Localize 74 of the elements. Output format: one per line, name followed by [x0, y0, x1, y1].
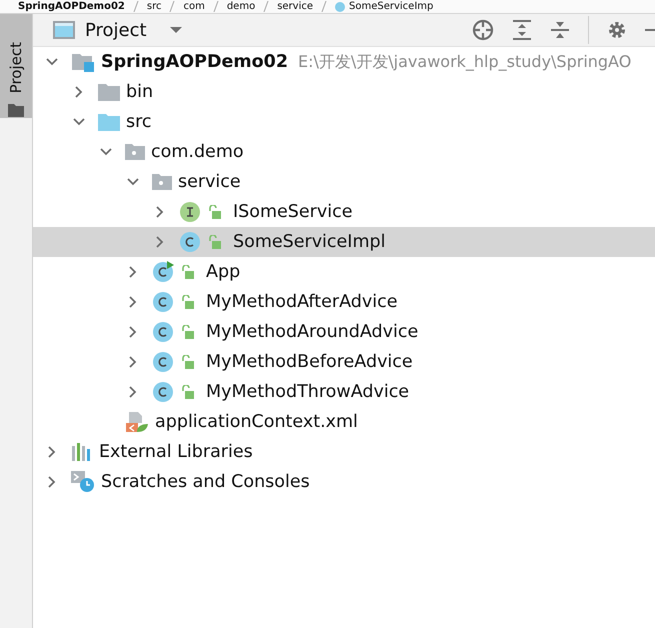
- tree-item-label: MyMethodAfterAdvice: [206, 292, 398, 312]
- tree-row[interactable]: applicationContext.xml: [33, 407, 655, 437]
- lock-icon: [180, 385, 194, 399]
- class-icon: [179, 231, 203, 253]
- tree-item-label: External Libraries: [99, 442, 253, 462]
- collapse-all-icon[interactable]: [550, 19, 570, 41]
- class-icon: [335, 2, 346, 12]
- window-icon: [53, 21, 75, 39]
- settings-icon[interactable]: [607, 20, 627, 40]
- tree-row[interactable]: Scratches and Consoles: [33, 467, 655, 497]
- project-tab[interactable]: Project: [0, 14, 32, 118]
- xml-file-icon: [125, 411, 149, 433]
- separator-icon: [169, 1, 176, 12]
- breadcrumb-item[interactable]: demo: [226, 0, 256, 12]
- tree-row[interactable]: SpringAOPDemo02 E:\开发\开发\javawork_hlp_study\SpringAO: [33, 47, 655, 77]
- lock-icon: [180, 295, 194, 309]
- view-selector[interactable]: Project: [33, 20, 183, 40]
- package-icon: [125, 144, 145, 160]
- tree-row[interactable]: MyMethodAfterAdvice: [33, 287, 655, 317]
- lock-icon: [180, 355, 194, 369]
- tree-item-label: Scratches and Consoles: [101, 472, 310, 492]
- class-icon: [152, 381, 176, 403]
- lock-icon: [180, 325, 194, 339]
- dropdown-icon: [168, 26, 183, 34]
- tree-item-label: SomeServiceImpl: [233, 232, 386, 252]
- separator-icon: [212, 1, 219, 12]
- folder-icon: [98, 83, 120, 101]
- tree-row[interactable]: External Libraries: [33, 437, 655, 467]
- tree-item-label: service: [178, 172, 241, 192]
- lock-icon: [207, 235, 221, 249]
- class-icon: [152, 351, 176, 373]
- class-icon: [152, 261, 176, 283]
- tree-item-label: MyMethodThrowAdvice: [206, 382, 410, 402]
- tree-item-label: applicationContext.xml: [155, 412, 358, 432]
- lock-icon: [180, 265, 194, 279]
- class-icon: [152, 291, 176, 313]
- interface-icon: [179, 201, 203, 223]
- separator-icon: [321, 1, 328, 12]
- tree-item-label: bin: [126, 82, 154, 102]
- breadcrumb-item[interactable]: SpringAOPDemo02: [18, 0, 125, 12]
- tree-item-label: ISomeService: [233, 202, 352, 222]
- scratches-icon: [71, 471, 95, 493]
- module-folder-icon: [71, 52, 95, 72]
- breadcrumb-item[interactable]: src: [146, 0, 162, 12]
- class-icon: [152, 321, 176, 343]
- tree-item-label: MyMethodBeforeAdvice: [206, 352, 413, 372]
- tree-item-label: SpringAOPDemo02: [101, 52, 288, 72]
- package-icon: [152, 174, 172, 190]
- tree-row[interactable]: bin: [33, 77, 655, 107]
- tree-item-label: com.demo: [151, 142, 244, 162]
- libraries-icon: [71, 443, 93, 461]
- folder-icon[interactable]: [8, 104, 24, 117]
- breadcrumb-item[interactable]: com: [183, 0, 205, 12]
- lock-icon: [207, 205, 221, 219]
- tree-item-label: MyMethodAroundAdvice: [206, 322, 418, 342]
- tree-row[interactable]: SomeServiceImpl: [33, 227, 655, 257]
- tree-row[interactable]: service: [33, 167, 655, 197]
- tree-row[interactable]: MyMethodThrowAdvice: [33, 377, 655, 407]
- tree-row[interactable]: MyMethodAroundAdvice: [33, 317, 655, 347]
- breadcrumb-item[interactable]: service: [277, 0, 314, 12]
- tree-row[interactable]: ISomeService: [33, 197, 655, 227]
- project-path: E:\开发\开发\javawork_hlp_study\SpringAO: [298, 52, 632, 72]
- tree-row[interactable]: com.demo: [33, 137, 655, 167]
- tree-item-label: App: [206, 262, 240, 282]
- tree-row[interactable]: MyMethodBeforeAdvice: [33, 347, 655, 377]
- expand-all-icon[interactable]: [512, 19, 532, 41]
- tree-item-label: src: [126, 112, 152, 132]
- tree-row[interactable]: App: [33, 257, 655, 287]
- tree-row[interactable]: src: [33, 107, 655, 137]
- separator-icon: [132, 1, 139, 12]
- breadcrumb-item[interactable]: SomeServiceImp: [349, 0, 434, 12]
- folder-icon: [98, 113, 120, 131]
- separator-icon: [263, 1, 270, 12]
- locate-icon[interactable]: [472, 19, 494, 41]
